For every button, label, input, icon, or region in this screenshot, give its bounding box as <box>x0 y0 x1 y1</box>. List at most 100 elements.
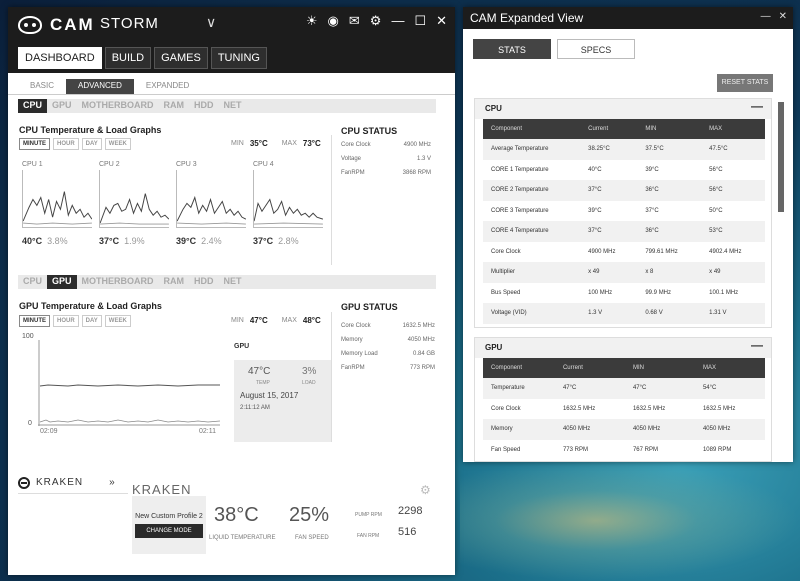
scrollbar[interactable] <box>778 102 784 212</box>
table-cell: 47°C <box>624 378 695 399</box>
tab-tuning[interactable]: TUNING <box>210 47 267 69</box>
range-hour[interactable]: HOUR <box>53 315 79 327</box>
gpu-card-time: 2:11:12 AM <box>240 405 270 411</box>
hw-tab-cpu[interactable]: CPU <box>18 99 48 113</box>
cpu-stats-panel: CPU — Component Current MIN MAX Average T… <box>474 98 772 328</box>
table-cell: Fan Speed <box>491 446 521 453</box>
table-cell: Bus Speed <box>491 289 521 296</box>
tab-specs[interactable]: SPECS <box>557 39 635 59</box>
profile-name[interactable]: STORM <box>100 15 159 32</box>
panel-title: GPU <box>485 343 503 352</box>
change-mode-button[interactable]: CHANGE MODE <box>135 524 203 538</box>
hw-tab-hdd[interactable]: HDD <box>189 99 219 113</box>
table-cell: 37.5°C <box>637 139 702 160</box>
cam-main-window: CAM STORM ∨ ☀ ◉ ✉ ⚙ — ☐ ✕ DASHBOARD BUIL… <box>8 7 455 575</box>
desktop-wallpaper <box>460 460 800 581</box>
hw-tab-ram[interactable]: RAM <box>159 99 190 113</box>
gpu-status-title: GPU STATUS <box>341 302 398 312</box>
table-row: CORE 1 Temperature 40°C 39°C 56°C <box>483 160 765 181</box>
cam-logo: CAM <box>18 15 95 35</box>
tab-games[interactable]: GAMES <box>154 47 208 69</box>
mail-icon[interactable]: ✉ <box>349 13 360 29</box>
liquid-temp-label: LIQUID TEMPERATURE <box>209 535 276 541</box>
range-week[interactable]: WEEK <box>104 138 131 150</box>
gpu-card-temp: 47°C <box>248 366 271 377</box>
table-row: CORE 4 Temperature 37°C 36°C 53°C <box>483 221 765 242</box>
cpu-max-label: MAX <box>281 140 297 147</box>
minimize-icon[interactable]: — <box>761 11 771 22</box>
table-cell: Multiplier <box>483 262 581 283</box>
table-row: Average Temperature 38.25°C 37.5°C 47.5°C <box>483 139 765 160</box>
range-day[interactable]: DAY <box>81 138 102 150</box>
maximize-icon[interactable]: ☐ <box>414 13 426 29</box>
sub-tabs: BASIC ADVANCED EXPANDED <box>8 73 455 95</box>
subtab-basic[interactable]: BASIC <box>18 79 66 94</box>
hw-tab-motherboard[interactable]: MOTHERBOARD <box>77 99 159 113</box>
gpu-stats-table: Component Current MIN MAX Temperature 47°… <box>483 358 765 460</box>
core-name: CPU 2 <box>99 161 120 168</box>
pump-rpm-value: 2298 <box>398 505 423 517</box>
range-day[interactable]: DAY <box>81 315 102 327</box>
subtab-expanded[interactable]: EXPANDED <box>134 79 201 94</box>
gpu-graph-y-bottom: 0 <box>28 420 32 427</box>
hw-tab-gpu[interactable]: GPU <box>47 99 77 113</box>
column-header: MIN <box>624 358 695 378</box>
table-cell: 54°C <box>694 378 765 399</box>
brightness-icon[interactable]: ☀ <box>306 13 318 29</box>
minimize-icon[interactable]: — <box>391 13 404 29</box>
range-hour[interactable]: HOUR <box>53 138 79 150</box>
hw-tab-net[interactable]: NET <box>219 99 247 113</box>
table-cell: 1632.5 MHz <box>632 405 666 412</box>
double-chevron-right-icon[interactable]: » <box>109 477 115 488</box>
collapse-icon[interactable]: — <box>751 338 763 352</box>
hw-tab-cpu[interactable]: CPU <box>18 275 47 289</box>
cpu-graphs-title: CPU Temperature & Load Graphs <box>19 125 162 135</box>
core-name: CPU 4 <box>253 161 274 168</box>
table-cell: x 8 <box>637 262 702 283</box>
table-cell: 37°C <box>645 207 659 214</box>
status-value: 1632.5 MHz <box>402 323 435 329</box>
camera-icon[interactable]: ◉ <box>328 13 339 29</box>
column-header: MAX <box>694 358 765 378</box>
table-cell: 100.1 MHz <box>709 289 739 296</box>
hw-tab-gpu[interactable]: GPU <box>47 275 77 289</box>
title-bar: CAM STORM ∨ ☀ ◉ ✉ ⚙ — ☐ ✕ DASHBOARD BUIL… <box>8 7 455 73</box>
hw-tab-net[interactable]: NET <box>219 275 247 289</box>
collapse-icon[interactable]: — <box>751 99 763 113</box>
table-row: Temperature 47°C 47°C 54°C <box>483 378 765 399</box>
close-icon[interactable]: ✕ <box>779 11 787 22</box>
table-cell: 36°C <box>637 180 702 201</box>
gear-icon[interactable]: ⚙ <box>420 483 431 497</box>
fan-rpm-value: 516 <box>398 526 417 538</box>
table-cell: CORE 1 Temperature <box>491 166 549 173</box>
range-week[interactable]: WEEK <box>104 315 131 327</box>
tab-dashboard[interactable]: DASHBOARD <box>18 47 102 69</box>
table-row: Fan Speed 773 RPM 767 RPM 1089 RPM <box>483 440 765 461</box>
hw-tabs-gpu: CPU GPU MOTHERBOARD RAM HDD NET <box>18 275 436 289</box>
cpu-status-table: Core Clock 4900 MHz Voltage 1.3 V FanRPM 38… <box>341 142 431 184</box>
hw-tab-hdd[interactable]: HDD <box>189 275 219 289</box>
expanded-title-bar: CAM Expanded View — ✕ <box>463 7 793 29</box>
table-cell: 4902.4 MHz <box>709 248 742 255</box>
kraken-sidebar-item[interactable]: KRAKEN » <box>18 472 128 494</box>
chevron-down-icon[interactable]: ∨ <box>206 14 216 31</box>
status-label: Memory <box>341 337 363 343</box>
hw-tab-motherboard[interactable]: MOTHERBOARD <box>77 275 159 289</box>
range-minute[interactable]: MINUTE <box>19 315 50 327</box>
tab-stats[interactable]: STATS <box>473 39 551 59</box>
range-minute[interactable]: MINUTE <box>19 138 50 150</box>
gpu-card-load-label: LOAD <box>302 380 316 386</box>
table-cell: 773 RPM <box>562 446 588 453</box>
tab-build[interactable]: BUILD <box>104 47 152 69</box>
panel-title: CPU <box>485 104 502 113</box>
table-cell: 0.68 V <box>637 303 702 324</box>
reset-stats-button[interactable]: RESET STATS <box>717 74 773 92</box>
gear-icon[interactable]: ⚙ <box>370 13 382 29</box>
subtab-advanced[interactable]: ADVANCED <box>66 79 134 94</box>
hw-tabs-cpu: CPU GPU MOTHERBOARD RAM HDD NET <box>18 99 436 113</box>
core-load: 1.9% <box>124 236 145 246</box>
hw-tab-ram[interactable]: RAM <box>159 275 190 289</box>
close-icon[interactable]: ✕ <box>436 13 447 29</box>
gpu-graph-x-start: 02:09 <box>40 428 58 435</box>
table-cell: 99.9 MHz <box>645 289 672 296</box>
